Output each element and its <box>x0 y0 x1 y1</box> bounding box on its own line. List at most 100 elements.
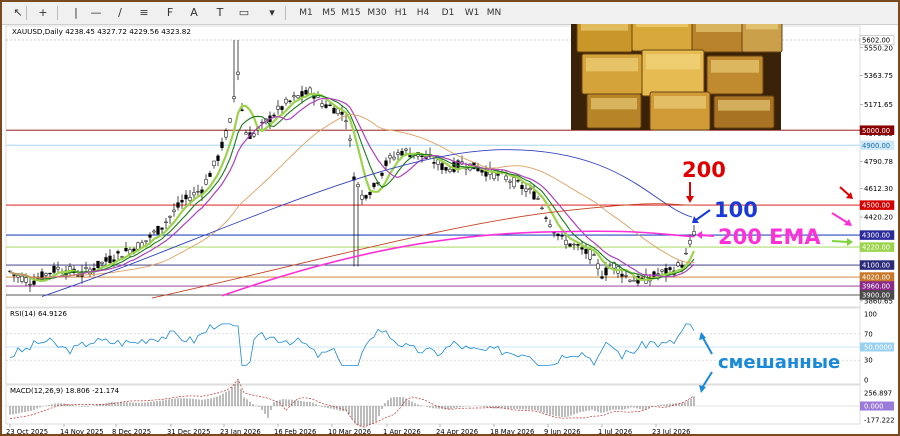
price-tick: 5550.20 <box>864 44 893 52</box>
rsi-tick: 70 <box>864 330 873 338</box>
candle-body <box>100 261 104 264</box>
candle-body <box>372 182 376 188</box>
candle-body <box>164 221 168 223</box>
date-tick: 1 Apr 2026 <box>383 428 421 434</box>
candle-body <box>328 104 332 107</box>
rectangle-tool-icon[interactable]: ▭ <box>236 5 252 21</box>
candle-body <box>404 148 408 151</box>
horizontal-line-icon[interactable]: — <box>88 5 104 21</box>
candle-body <box>344 120 348 123</box>
candle-body <box>396 152 400 155</box>
price-label: 5000.00 <box>862 127 890 135</box>
timeframe-h1[interactable]: H1 <box>390 5 412 21</box>
timeframe-m5[interactable]: M5 <box>318 5 340 21</box>
fibonacci-icon[interactable]: F <box>162 5 178 21</box>
candle-body <box>224 130 228 138</box>
candle-body <box>28 283 32 286</box>
candle-body <box>440 163 444 170</box>
date-tick: 31 Dec 2025 <box>167 428 210 434</box>
price-tick: 4790.78 <box>864 158 893 166</box>
candle-body <box>192 192 196 196</box>
price-label: 5602.00 <box>862 37 890 45</box>
candle-body <box>228 118 232 123</box>
arrow-ema-icon <box>699 234 715 237</box>
candle-body <box>104 257 108 262</box>
candle-body <box>632 279 636 282</box>
price-chart[interactable]: 5550.205363.755171.654979.554790.784612.… <box>2 24 898 434</box>
chart-header: XAUUSD,Daily 4238.45 4327.72 4229.56 432… <box>12 27 191 36</box>
price-label: 3960.00 <box>862 283 890 291</box>
candle-body <box>340 111 344 115</box>
candle-body <box>184 194 188 200</box>
candle-body <box>148 234 152 238</box>
candle-body <box>236 71 240 75</box>
price-label: 4300.00 <box>862 232 890 240</box>
candle-body <box>348 138 352 141</box>
candle-body <box>52 265 56 273</box>
candle-body <box>392 156 396 160</box>
annotation-mixed: смешанные <box>718 352 840 373</box>
macd-tick: 256.897 <box>864 390 892 398</box>
candle-body <box>124 248 128 252</box>
candle-body <box>320 103 324 107</box>
candle-body <box>508 180 512 183</box>
text-tool-icon[interactable]: A <box>186 5 202 21</box>
candle-body <box>512 177 516 188</box>
candle-body <box>592 254 596 256</box>
timeframe-mn[interactable]: MN <box>483 5 505 21</box>
timeframe-m30[interactable]: M30 <box>366 5 388 21</box>
candle-body <box>624 275 628 277</box>
gold-bars-image <box>571 24 783 131</box>
channel-icon[interactable]: ≡ <box>136 5 152 21</box>
price-label: 4900.00 <box>862 142 890 150</box>
timeframe-m1[interactable]: M1 <box>295 5 317 21</box>
date-tick: 8 Dec 2025 <box>112 428 151 434</box>
timeframe-m15[interactable]: M15 <box>340 5 362 21</box>
macd-label: MACD(12,26,9) 18.806 -21.174 <box>10 387 120 395</box>
candle-body <box>156 226 160 235</box>
macd-tick: -177.222 <box>864 417 895 425</box>
candle-body <box>304 90 308 95</box>
candle-body <box>380 172 384 176</box>
cursor-icon[interactable]: ↖ <box>10 5 26 21</box>
shapes-dropdown-icon[interactable]: ▾ <box>264 5 280 21</box>
candle-body <box>84 267 88 269</box>
timeframe-d1[interactable]: D1 <box>437 5 459 21</box>
candle-body <box>568 243 572 247</box>
candle-body <box>628 279 632 282</box>
price-tick: 5363.75 <box>864 72 893 80</box>
candle-body <box>272 114 276 117</box>
candle-body <box>660 269 664 272</box>
candle-body <box>596 263 600 270</box>
candle-body <box>176 202 180 208</box>
label-tool-icon[interactable]: T <box>212 5 228 21</box>
price-label: 3900.00 <box>862 292 890 300</box>
candle-body <box>92 268 96 271</box>
candle-body <box>368 192 372 196</box>
candle-body <box>56 266 60 270</box>
candle-body <box>244 132 248 135</box>
candle-body <box>540 207 544 210</box>
trendline-icon[interactable]: ∕ <box>112 5 128 21</box>
date-tick: 18 May 2026 <box>490 428 534 434</box>
vertical-line-icon[interactable]: | <box>68 5 84 21</box>
candle-body <box>556 233 560 237</box>
candle-body <box>432 162 436 164</box>
price-label: 4020.00 <box>862 274 890 282</box>
candle-body <box>296 95 300 99</box>
candle-body <box>576 244 580 246</box>
chart-window: ↖ + | — ∕ ≡ F A T ▭ ▾ M1 M5 M15 M30 H1 H4 D1 W1 MN 5550.20 5… <box>0 0 900 436</box>
timeframe-w1[interactable]: W1 <box>461 5 483 21</box>
crosshair-icon[interactable]: + <box>35 5 51 21</box>
candle-body <box>180 200 184 203</box>
candle-body <box>292 95 296 98</box>
candle-body <box>448 168 452 172</box>
timeframe-h4[interactable]: H4 <box>412 5 434 21</box>
candle-body <box>604 267 608 276</box>
candle-body <box>536 198 540 200</box>
annotation-200-ema: 200 EMA <box>718 225 821 249</box>
candle-body <box>656 273 660 275</box>
candle-body <box>324 104 328 108</box>
candle-body <box>196 191 200 193</box>
candle-body <box>48 272 52 275</box>
